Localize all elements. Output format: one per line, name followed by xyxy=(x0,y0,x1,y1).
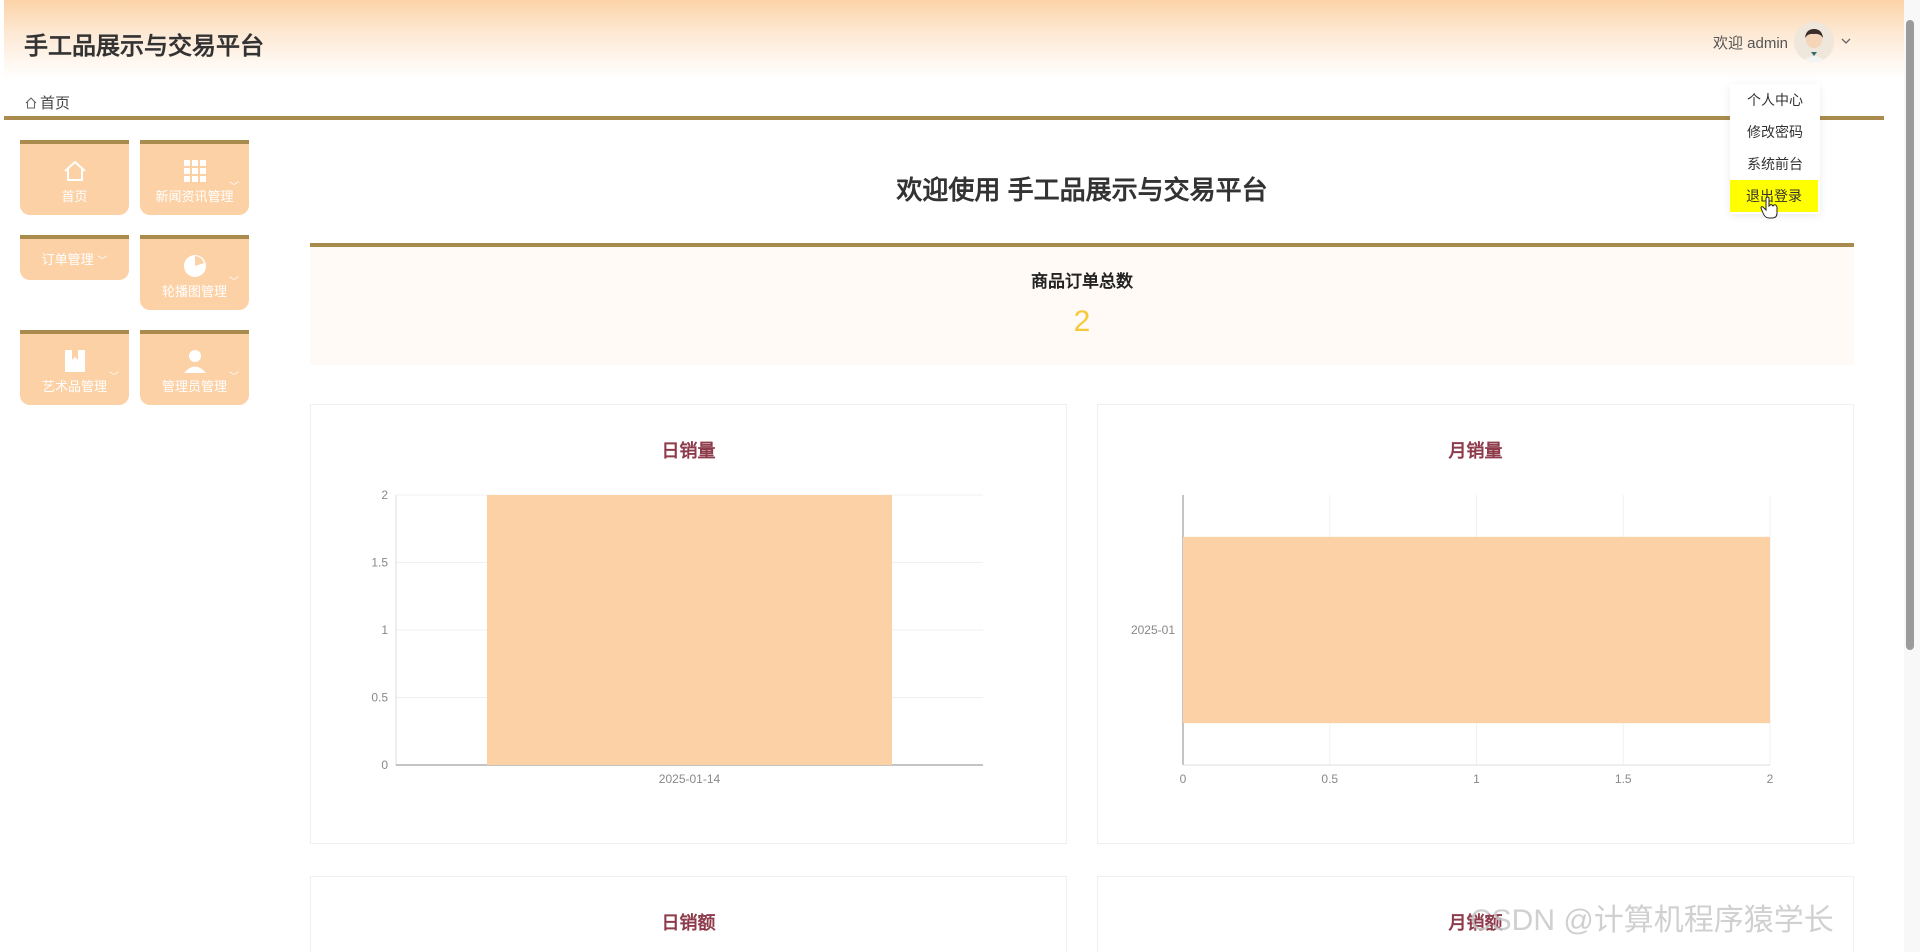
chart-title: 日销额 xyxy=(661,913,716,933)
user-dropdown-menu: 个人中心 修改密码 系统前台 退出登录 xyxy=(1730,84,1820,214)
watermark: CSDN @计算机程序猿学长 xyxy=(1470,904,1834,937)
chevron-down-icon[interactable] xyxy=(1840,35,1852,50)
x-tick-label: 1.5 xyxy=(1615,772,1632,786)
x-tick-label: 1 xyxy=(1473,772,1480,786)
order-total-card: 商品订单总数 2 xyxy=(310,243,1854,365)
y-tick-label: 1.5 xyxy=(371,556,388,570)
page-title: 欢迎使用 手工品展示与交易平台 xyxy=(896,175,1268,205)
user-menu-trigger[interactable]: 欢迎 admin xyxy=(1713,22,1852,62)
x-tick-label: 0.5 xyxy=(1321,772,1338,786)
chart-panel-daily-amount: 日销额 xyxy=(310,876,1067,952)
chart-panel-monthly-sales: 月销量 0 0.5 1 1.5 2 2025-01 xyxy=(1097,404,1854,844)
menu-item-profile[interactable]: 个人中心 xyxy=(1730,84,1820,116)
sidebar-tile-home[interactable]: 首页 xyxy=(20,140,129,215)
top-header: 手工品展示与交易平台 欢迎 admin xyxy=(4,0,1904,80)
home-icon xyxy=(25,96,37,109)
y-tick-label: 2 xyxy=(381,488,388,502)
avatar[interactable] xyxy=(1794,22,1834,62)
y-tick-label: 0 xyxy=(381,758,388,772)
sidebar-tile-orders[interactable]: 订单管理 ﹀ xyxy=(20,235,129,280)
sidebar-tile-admin[interactable]: 管理员管理 ﹀ xyxy=(140,330,249,405)
breadcrumb: 首页 xyxy=(4,80,1884,120)
x-tick-label: 0 xyxy=(1180,772,1187,786)
bar xyxy=(1183,536,1770,724)
menu-item-change-password[interactable]: 修改密码 xyxy=(1730,116,1820,148)
hand-cursor-icon xyxy=(1760,196,1780,225)
chart-daily-sales: 0 0.5 1 1.5 2 2025-01-14 xyxy=(371,488,983,786)
menu-item-frontend[interactable]: 系统前台 xyxy=(1730,148,1820,180)
chevron-down-icon: ﹀ xyxy=(229,372,239,383)
sidebar-tile-label: 首页 xyxy=(61,189,88,204)
chevron-down-icon: ﹀ xyxy=(229,277,239,288)
y-tick-label: 1 xyxy=(381,623,388,637)
chevron-down-icon: ﹀ xyxy=(229,182,239,193)
sidebar-tile-carousel[interactable]: 轮播图管理 ﹀ xyxy=(140,235,249,310)
x-tick-label: 2025-01-14 xyxy=(659,772,721,786)
order-total-value: 2 xyxy=(1073,305,1091,338)
app-title: 手工品展示与交易平台 xyxy=(24,33,264,60)
welcome-text: 欢迎 admin xyxy=(1712,34,1788,52)
scrollbar-thumb[interactable] xyxy=(1906,20,1914,650)
breadcrumb-home-label: 首页 xyxy=(40,95,71,112)
chevron-down-icon: ﹀ xyxy=(109,372,119,383)
sidebar-tile-artwork[interactable]: 艺术品管理 ﹀ xyxy=(20,330,129,405)
sidebar-tile-news[interactable]: 新闻资讯管理 ﹀ xyxy=(140,140,249,215)
x-tick-label: 2 xyxy=(1767,772,1774,786)
y-tick-label: 2025-01 xyxy=(1131,623,1175,637)
breadcrumb-home[interactable]: 首页 xyxy=(24,92,70,113)
sidebar-tile-label-text: 订单管理 xyxy=(41,252,94,267)
sidebar-tile-label: 订单管理 ﹀ xyxy=(20,249,129,268)
bar xyxy=(486,495,893,765)
order-total-label: 商品订单总数 xyxy=(1031,272,1133,291)
y-tick-label: 0.5 xyxy=(371,691,388,705)
home-icon xyxy=(20,158,129,184)
chart-monthly-sales: 0 0.5 1 1.5 2 2025-01 xyxy=(1131,495,1774,786)
chart-panel-daily-sales: 日销量 0 0.5 1 1.5 2 2025-01-14 xyxy=(310,404,1067,844)
chevron-down-icon: ﹀ xyxy=(97,256,108,267)
